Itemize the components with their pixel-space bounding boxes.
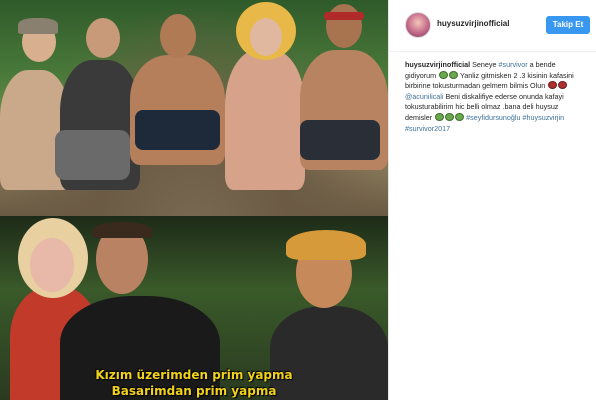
emoji-icon bbox=[448, 70, 458, 79]
emoji-icon bbox=[454, 112, 464, 121]
caption-text-1: Seneye bbox=[472, 60, 497, 69]
post-header: huysuzvirjinofficial Takip Et bbox=[389, 0, 596, 52]
emoji-icon bbox=[557, 81, 567, 90]
mention-acunilicali[interactable]: @acunilicali bbox=[405, 92, 443, 101]
emoji-icon bbox=[434, 112, 444, 121]
video-subtitle-line-1: Kızım üzerimden prim yapma bbox=[95, 368, 293, 382]
post-media[interactable]: Kızım üzerimden prim yapma Basarimdan pr… bbox=[0, 0, 388, 400]
emoji-icon bbox=[444, 112, 454, 121]
follow-button[interactable]: Takip Et bbox=[546, 16, 590, 34]
video-subtitle-line-2: Basarimdan prim yapma bbox=[111, 384, 277, 398]
hashtag-survivor[interactable]: #survivor bbox=[499, 60, 528, 69]
avatar[interactable] bbox=[405, 12, 431, 38]
username-link[interactable]: huysuzvirjinofficial bbox=[437, 19, 509, 28]
caption-author-link[interactable]: huysuzvirjinofficial bbox=[405, 60, 470, 69]
hashtag-seyfidursunoglu[interactable]: #seyfidursunoğlu bbox=[466, 113, 520, 122]
post-side-panel: huysuzvirjinofficial Takip Et huysuzvirj… bbox=[388, 0, 596, 400]
emoji-icon bbox=[547, 81, 557, 90]
hashtag-huysuzvirjin[interactable]: #huysuzvirjin bbox=[523, 113, 565, 122]
survivor-argument-video-still: Kızım üzerimden prim yapma Basarimdan pr… bbox=[0, 216, 388, 400]
hashtag-survivor2017[interactable]: #survivor2017 bbox=[405, 124, 450, 133]
post-caption: huysuzvirjinofficial Seneye #survivor a … bbox=[405, 60, 587, 134]
emoji-icon bbox=[438, 70, 448, 79]
survivor-contestants-photo bbox=[0, 0, 388, 216]
